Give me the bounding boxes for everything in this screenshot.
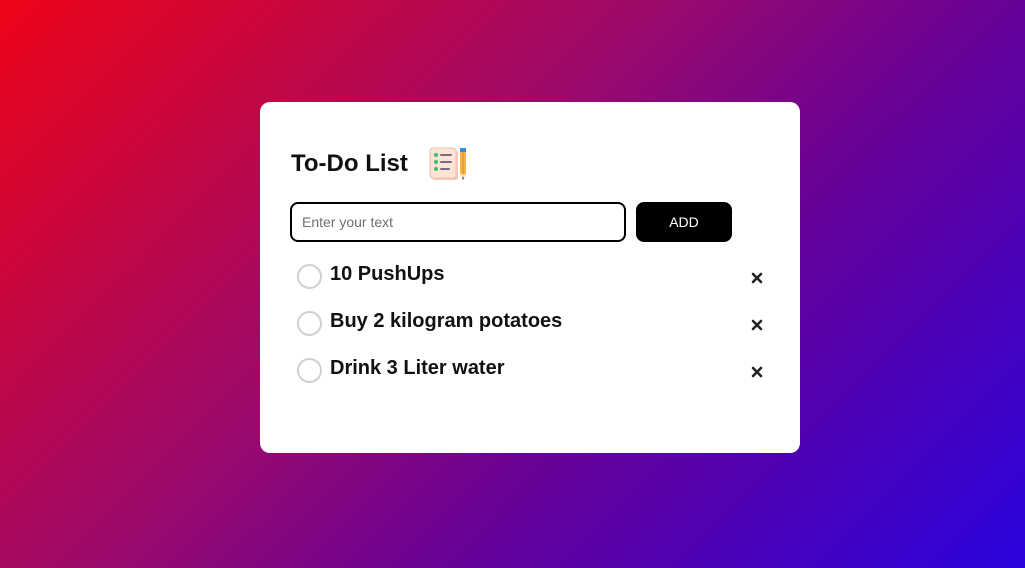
list-item[interactable]: Drink 3 Liter water	[297, 356, 767, 403]
list-item[interactable]: Buy 2 kilogram potatoes	[297, 309, 767, 356]
task-input[interactable]	[290, 202, 626, 242]
task-text: Drink 3 Liter water	[330, 357, 505, 379]
add-task-row: ADD	[290, 202, 732, 242]
close-icon[interactable]	[747, 362, 767, 382]
close-icon[interactable]	[747, 315, 767, 335]
list-item[interactable]: 10 PushUps	[297, 262, 767, 309]
task-checkbox[interactable]	[297, 264, 322, 289]
page-title: To-Do List	[291, 150, 408, 177]
task-checkbox[interactable]	[297, 311, 322, 336]
header: To-Do List	[291, 146, 469, 182]
task-text: 10 PushUps	[330, 263, 445, 285]
add-button[interactable]: ADD	[636, 202, 732, 242]
notepad-pencil-icon	[429, 146, 469, 182]
task-list: 10 PushUps Buy 2 kilogram potatoes Drink…	[297, 262, 767, 403]
todo-card: To-Do List Enter your text ADD 10 PushUp…	[260, 102, 800, 453]
close-icon[interactable]	[747, 268, 767, 288]
task-checkbox[interactable]	[297, 358, 322, 383]
task-text: Buy 2 kilogram potatoes	[330, 310, 563, 332]
